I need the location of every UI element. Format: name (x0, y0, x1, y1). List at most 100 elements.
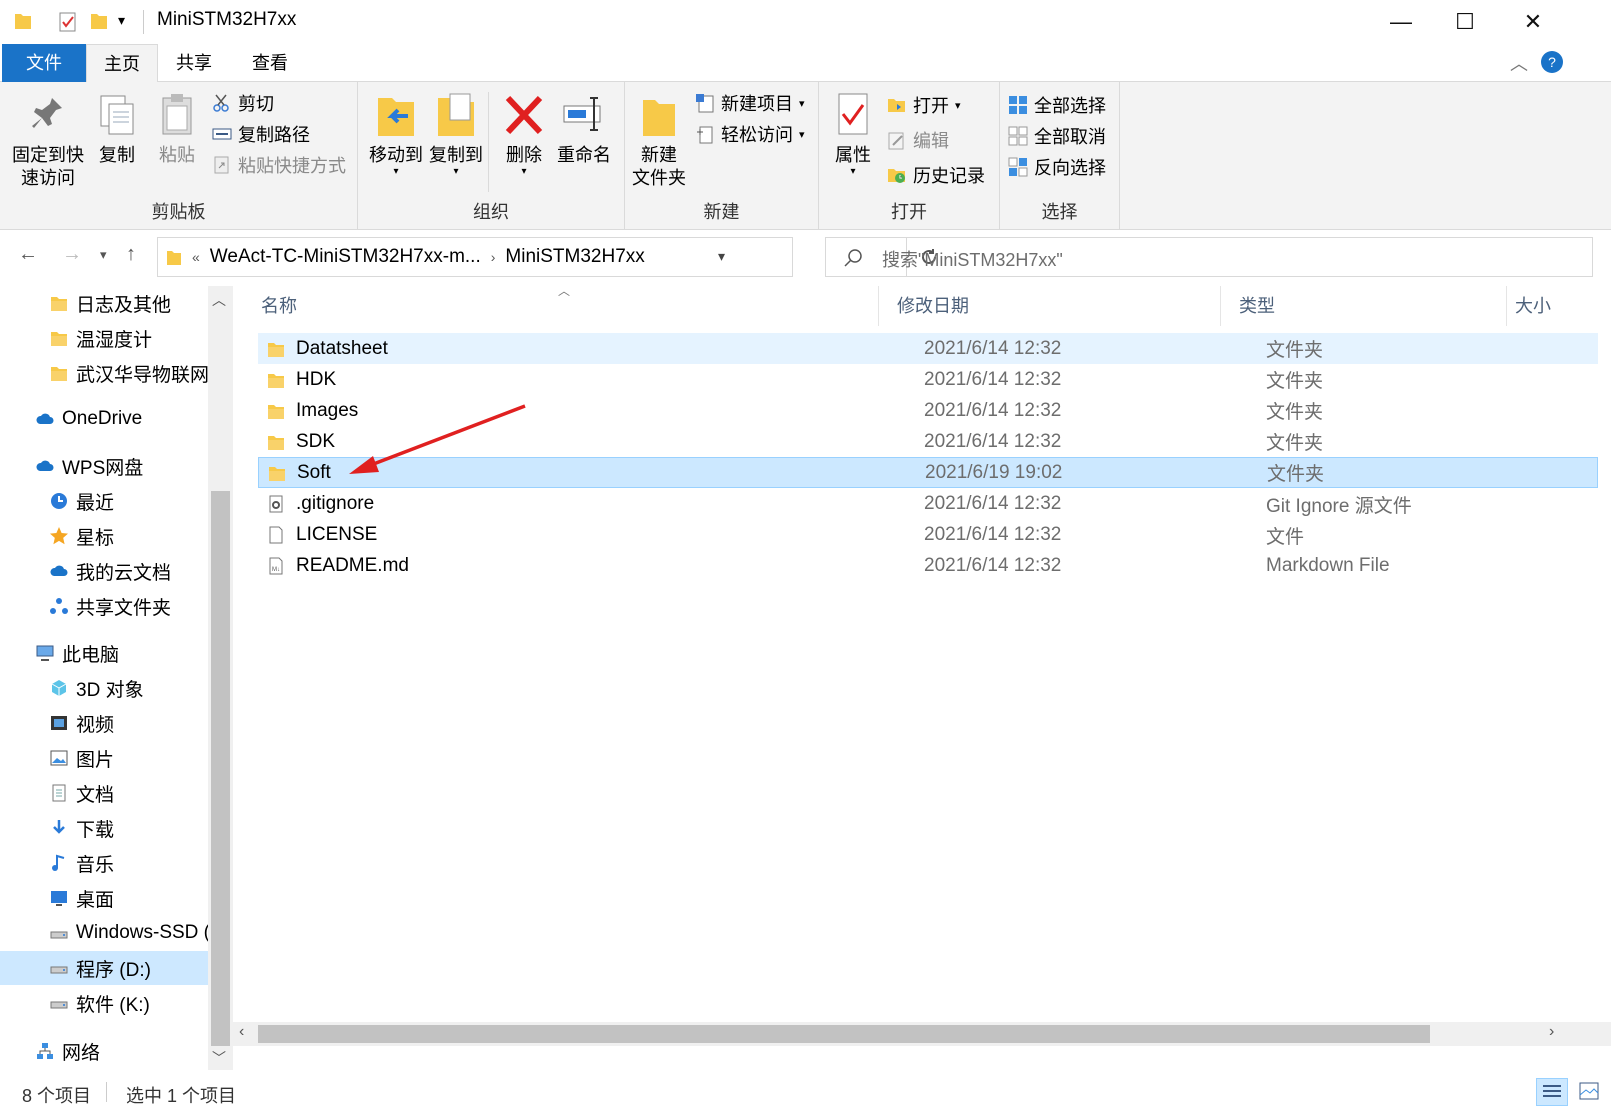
properties-button[interactable]: 属性 ▾ (825, 90, 881, 177)
file-icon (269, 526, 283, 544)
rename-button[interactable]: 重命名 (552, 90, 616, 167)
nav-item[interactable]: 程序 (D:) (0, 951, 210, 985)
nav-item[interactable]: 共享文件夹 (0, 589, 210, 623)
open-button[interactable]: 打开 ▾ (887, 92, 961, 118)
maximize-button[interactable]: ☐ (1430, 0, 1500, 44)
breadcrumb-overflow-icon[interactable]: « (192, 249, 200, 265)
easy-access-button[interactable]: 轻松访问 ▾ (695, 121, 805, 147)
scroll-left-icon[interactable]: ‹ (239, 1023, 244, 1041)
breadcrumb-item-parent[interactable]: WeAct-TC-MiniSTM32H7xx-m... (210, 246, 481, 268)
column-header-size[interactable]: 大小 (1507, 286, 1611, 326)
nav-item[interactable]: 音乐 (0, 846, 210, 880)
nav-item[interactable]: 网络 (0, 1034, 210, 1068)
properties-dropdown-icon: ▾ (850, 166, 856, 177)
status-separator (106, 1082, 107, 1102)
nav-item[interactable]: 星标 (0, 519, 210, 553)
nav-item[interactable]: 我的云文档 (0, 554, 210, 588)
nav-item-icon-wrap (48, 957, 70, 979)
file-row[interactable]: LICENSE 2021/6/14 12:32 文件 (258, 520, 1598, 551)
tab-share[interactable]: 共享 (158, 44, 230, 82)
nav-item[interactable]: 此电脑 (0, 636, 210, 670)
horizontal-scrollbar[interactable]: ‹ › (233, 1022, 1611, 1046)
customize-quick-access-chevron-icon[interactable]: ▾ (118, 12, 125, 29)
history-icon (888, 169, 905, 183)
back-arrow-icon[interactable]: ← (18, 243, 38, 266)
minimize-button[interactable]: — (1366, 0, 1436, 44)
nav-item[interactable]: 桌面 (0, 881, 210, 915)
address-box[interactable]: « WeAct-TC-MiniSTM32H7xx-m... › MiniSTM3… (157, 237, 936, 277)
edit-button[interactable]: 编辑 (887, 127, 949, 153)
nav-item[interactable]: 最近 (0, 484, 210, 518)
nav-item-label: 音乐 (76, 854, 115, 876)
details-view-button[interactable] (1536, 1078, 1568, 1106)
nav-item[interactable]: 武汉华导物联网 (0, 356, 210, 390)
history-button[interactable]: 历史记录 (887, 162, 985, 188)
nav-item-icon-wrap (48, 817, 70, 839)
scroll-right-icon[interactable]: › (1549, 1023, 1554, 1041)
move-to-button[interactable]: 移动到 ▾ (364, 90, 428, 177)
tab-home[interactable]: 主页 (86, 44, 158, 83)
collapse-ribbon-chevron-icon[interactable]: ︿ (1510, 50, 1528, 76)
breadcrumb-separator-icon[interactable]: › (491, 249, 496, 265)
nav-item[interactable]: OneDrive (0, 402, 210, 436)
select-all-button[interactable]: 全部选择 (1008, 92, 1106, 118)
nav-item[interactable]: 视频 (0, 706, 210, 740)
search-input[interactable]: 搜索"MiniSTM32H7xx" (882, 246, 1063, 272)
scroll-down-icon[interactable]: ﹀ (212, 1048, 226, 1068)
picture-icon (50, 750, 68, 766)
nav-item-icon-wrap (48, 327, 70, 349)
cloud-icon (36, 413, 54, 424)
copy-to-button[interactable]: 复制到 ▾ (424, 90, 488, 177)
new-item-button[interactable]: 新建项目 ▾ (695, 90, 805, 116)
open-dropdown-icon: ▾ (955, 99, 961, 112)
properties-quick-access-icon[interactable] (58, 10, 78, 32)
file-row[interactable]: M↓ README.md 2021/6/14 12:32 Markdown File (258, 551, 1598, 582)
nav-item-label: OneDrive (62, 408, 143, 429)
nav-item-icon-wrap (34, 408, 56, 430)
paste-shortcut-button[interactable]: 粘贴快捷方式 (212, 152, 346, 178)
paste-button[interactable]: 粘贴 (152, 90, 202, 167)
nav-scrollbar-thumb[interactable] (211, 491, 230, 1046)
column-header-type[interactable]: 类型 (1221, 286, 1507, 326)
delete-button[interactable]: 删除 ▾ (496, 90, 552, 177)
nav-item-label: 桌面 (76, 889, 115, 911)
nav-item[interactable]: 日志及其他 (0, 286, 210, 320)
rename-icon (563, 97, 601, 131)
recent-locations-chevron-icon[interactable]: ▾ (100, 247, 107, 263)
help-icon[interactable]: ? (1540, 50, 1564, 74)
tab-file[interactable]: 文件 (2, 44, 86, 82)
nav-item[interactable]: 温湿度计 (0, 321, 210, 355)
cloud-icon (36, 460, 54, 471)
select-none-button[interactable]: 全部取消 (1008, 123, 1106, 149)
nav-item[interactable]: 下载 (0, 811, 210, 845)
column-header-date[interactable]: 修改日期 (879, 286, 1221, 326)
tab-view[interactable]: 查看 (234, 44, 306, 82)
scroll-up-icon[interactable]: ︿ (212, 290, 226, 310)
title-bar: ▾ MiniSTM32H7xx — ☐ ✕ (0, 0, 1611, 44)
up-arrow-icon[interactable]: ↑ (126, 243, 136, 266)
copy-button[interactable]: 复制 (92, 90, 142, 167)
large-icons-view-button[interactable] (1574, 1078, 1606, 1106)
cut-button[interactable]: 剪切 (212, 90, 274, 116)
copy-path-button[interactable]: 复制路径 (212, 121, 310, 147)
new-folder-button[interactable]: 新建 文件夹 (629, 90, 689, 190)
new-folder-quick-access-icon[interactable] (90, 10, 108, 30)
search-box[interactable]: 搜索"MiniSTM32H7xx" (825, 237, 1593, 277)
nav-item[interactable]: 3D 对象 (0, 671, 210, 705)
nav-item[interactable]: Windows-SSD ( (0, 916, 210, 950)
forward-arrow-icon[interactable]: → (62, 243, 82, 266)
nav-item[interactable]: 文档 (0, 776, 210, 810)
nav-item-label: 此电脑 (62, 644, 120, 666)
pin-to-quick-access-button[interactable]: 固定到快 速访问 (8, 90, 88, 190)
file-name-cell: M↓ README.md (266, 555, 409, 577)
nav-item[interactable]: WPS网盘 (0, 449, 210, 483)
delete-dropdown-icon: ▾ (521, 166, 527, 177)
nav-item[interactable]: 软件 (K:) (0, 986, 210, 1020)
invert-selection-button[interactable]: 反向选择 (1008, 154, 1106, 180)
address-dropdown-chevron-icon[interactable]: ▾ (718, 248, 725, 265)
breadcrumb-item-current[interactable]: MiniSTM32H7xx (505, 246, 644, 268)
nav-item[interactable]: 图片 (0, 741, 210, 775)
horizontal-scrollbar-thumb[interactable] (258, 1025, 1430, 1043)
close-button[interactable]: ✕ (1498, 0, 1568, 44)
nav-scrollbar[interactable]: ︿ ﹀ (208, 286, 233, 1070)
